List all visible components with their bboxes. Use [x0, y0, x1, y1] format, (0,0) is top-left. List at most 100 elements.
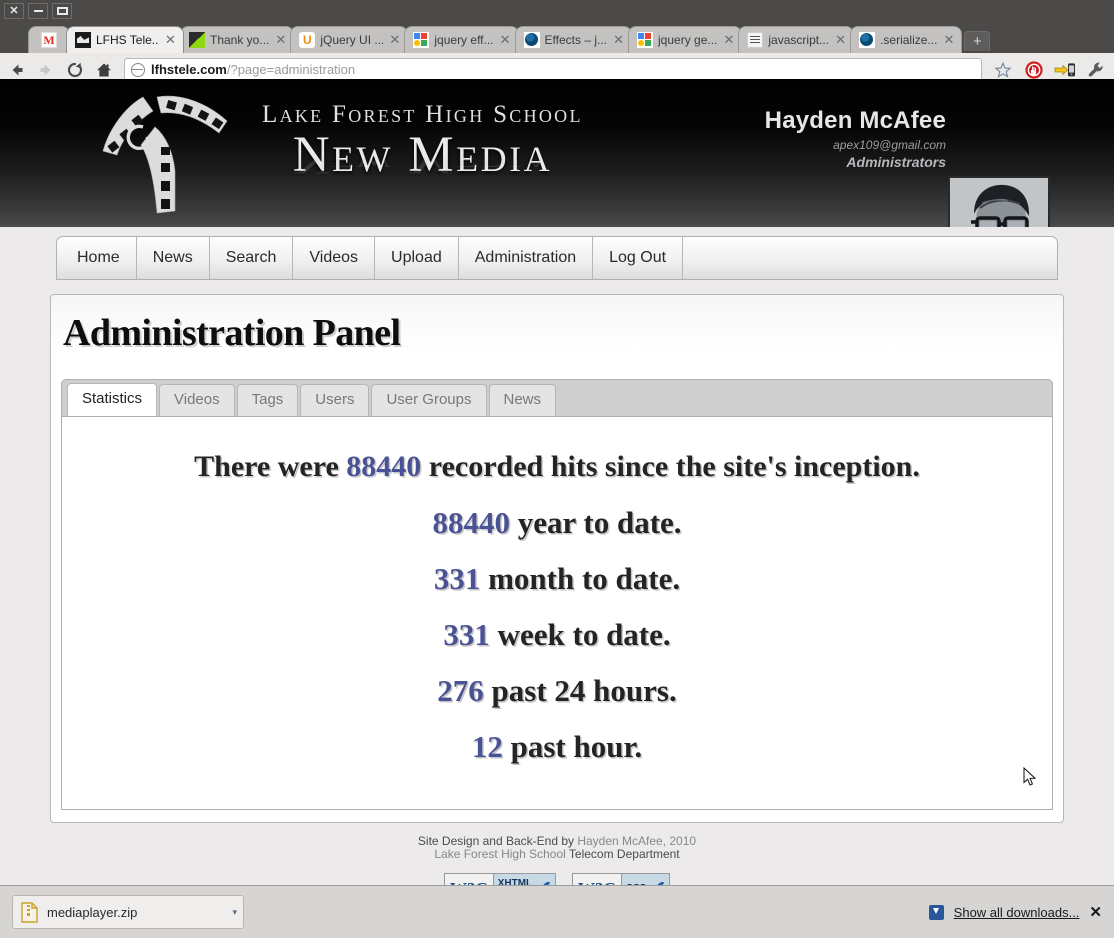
- browser-tab-jqueryui[interactable]: jQuery UI ... ✕: [290, 26, 409, 53]
- browser-tab-gmail[interactable]: [28, 26, 70, 53]
- browser-tab-serialize[interactable]: .serialize... ✕: [850, 26, 963, 53]
- stat-value: 331: [433, 561, 481, 596]
- stat-value: 276: [437, 673, 484, 708]
- tab-statistics[interactable]: Statistics: [67, 383, 158, 416]
- jqueryui-icon: [299, 32, 316, 48]
- admin-tabs: Statistics Videos Tags Users User Groups…: [61, 379, 1053, 417]
- browser-tab-effects[interactable]: Effects – j... ✕: [514, 26, 633, 53]
- gmail-icon: [41, 32, 57, 48]
- adblock-button[interactable]: [1022, 58, 1046, 82]
- admin-card: Administration Panel Statistics Videos T…: [50, 294, 1064, 823]
- w3c-logo-text: W3C: [571, 873, 621, 885]
- browser-menu-button[interactable]: [1084, 58, 1108, 82]
- star-icon: [994, 61, 1012, 78]
- nav-item-news[interactable]: News: [137, 237, 210, 279]
- window-close-button[interactable]: ✕: [4, 3, 24, 19]
- tab-tags[interactable]: Tags: [236, 384, 299, 416]
- user-name: Hayden McAfee: [764, 107, 946, 134]
- browser-window: ✕ LFHS Tele... ✕ Thank yo... ✕ jQuery UI…: [0, 0, 1114, 938]
- site-footer: Site Design and Back-End by Hayden McAfe…: [0, 835, 1114, 885]
- url-domain: lfhstele.com: [151, 62, 227, 77]
- tab-title: jQuery UI ...: [320, 33, 384, 47]
- chevron-down-icon[interactable]: ▾: [232, 907, 237, 918]
- thankyou-icon: [189, 32, 205, 48]
- w3c-xhtml-badge[interactable]: W3C XHTML 1.0 ✔: [443, 873, 556, 885]
- site-nav-wrapper: Home News Search Videos Upload Administr…: [0, 227, 1114, 280]
- nav-item-administration[interactable]: Administration: [459, 237, 594, 279]
- send-to-phone-icon: [1054, 62, 1075, 76]
- bookmark-star-button[interactable]: [991, 58, 1015, 82]
- tab-title: Effects – j...: [544, 33, 608, 47]
- tab-close-icon[interactable]: ✕: [388, 33, 401, 47]
- tab-news[interactable]: News: [488, 384, 557, 416]
- tab-close-icon[interactable]: ✕: [499, 33, 512, 47]
- back-button[interactable]: [6, 59, 28, 81]
- new-tab-button[interactable]: +: [964, 31, 991, 51]
- avatar: [948, 176, 1050, 227]
- stat-row-week: 331 week to date.: [72, 607, 1042, 663]
- css-badge-label: CSS ✔: [620, 873, 671, 885]
- stat-value: 331: [443, 617, 490, 652]
- download-item[interactable]: mediaplayer.zip ▾: [12, 895, 244, 929]
- send-to-phone-button[interactable]: [1053, 58, 1077, 82]
- window-maximize-button[interactable]: [52, 3, 72, 19]
- show-all-downloads-link[interactable]: Show all downloads...: [954, 905, 1080, 920]
- tab-close-icon[interactable]: ✕: [164, 33, 177, 47]
- download-bar: mediaplayer.zip ▾ Show all downloads... …: [0, 885, 1114, 938]
- user-email: apex109@gmail.com: [833, 138, 946, 152]
- nav-item-logout[interactable]: Log Out: [593, 237, 684, 279]
- stop-hand-icon: [1025, 60, 1043, 79]
- browser-tab-lfhs[interactable]: LFHS Tele... ✕: [66, 26, 184, 53]
- w3c-logo-text: W3C: [443, 873, 493, 885]
- jquery-icon: [859, 32, 876, 48]
- nav-item-videos[interactable]: Videos: [293, 237, 376, 279]
- browser-tabstrip: LFHS Tele... ✕ Thank yo... ✕ jQuery UI .…: [0, 22, 1114, 53]
- tab-close-icon[interactable]: ✕: [834, 33, 847, 47]
- tab-user-groups[interactable]: User Groups: [371, 384, 487, 416]
- site-nav: Home News Search Videos Upload Administr…: [56, 236, 1058, 280]
- browser-tab-jquery-eff[interactable]: jquery eff... ✕: [404, 26, 519, 53]
- tab-title: .serialize...: [880, 33, 938, 47]
- forward-button[interactable]: [35, 59, 57, 81]
- tab-close-icon[interactable]: ✕: [942, 33, 955, 47]
- browser-tab-jquery-ge[interactable]: jquery ge... ✕: [628, 26, 743, 53]
- stat-label: month to date.: [480, 561, 681, 596]
- close-icon: ✕: [9, 4, 19, 17]
- site-brand: Lake Forest High School New Media New Me…: [262, 101, 583, 210]
- reload-button[interactable]: [64, 59, 86, 81]
- tab-close-icon[interactable]: ✕: [612, 33, 625, 47]
- footer-author: Hayden McAfee, 2010: [577, 834, 697, 848]
- mouse-cursor: [1023, 766, 1037, 787]
- home-button[interactable]: [93, 59, 115, 81]
- window-minimize-button[interactable]: [28, 3, 48, 19]
- tab-close-icon[interactable]: ✕: [722, 33, 735, 47]
- cursor-arrow-icon: [1023, 766, 1037, 786]
- browser-tab-javascript[interactable]: javascript... ✕: [738, 26, 855, 53]
- stat-label: year to date.: [509, 505, 682, 540]
- footer-credit-prefix: Site Design and Back-End by: [417, 834, 578, 848]
- tab-users[interactable]: Users: [300, 384, 370, 416]
- close-download-bar-button[interactable]: ✕: [1089, 903, 1102, 921]
- nav-item-upload[interactable]: Upload: [375, 237, 459, 279]
- stat-row-24h: 276 past 24 hours.: [72, 663, 1042, 719]
- user-group: Administrators: [846, 154, 946, 170]
- address-bar[interactable]: lfhstele.com/?page=administration: [124, 57, 982, 82]
- tab-title: javascript...: [768, 33, 830, 47]
- stat-label: past 24 hours.: [483, 673, 677, 708]
- tab-close-icon[interactable]: ✕: [274, 33, 287, 47]
- browser-tab-thankyou[interactable]: Thank yo... ✕: [180, 26, 295, 53]
- stat-value: 12: [471, 729, 503, 764]
- w3c-css-badge[interactable]: W3C CSS ✔: [571, 873, 671, 885]
- zip-file-icon: [21, 901, 38, 923]
- stat-headline-prefix: There were: [194, 450, 347, 483]
- stat-label: past hour.: [502, 729, 643, 764]
- tab-videos[interactable]: Videos: [159, 384, 235, 416]
- maximize-icon: [56, 7, 68, 15]
- nav-item-home[interactable]: Home: [57, 237, 137, 279]
- user-info: Hayden McAfee apex109@gmail.com Administ…: [686, 107, 946, 170]
- nav-item-search[interactable]: Search: [210, 237, 294, 279]
- stat-row-year: 88440 year to date.: [72, 495, 1042, 551]
- google-icon: [413, 32, 430, 48]
- avatar-portrait-icon: [950, 178, 1048, 227]
- brand-reflection: New Media: [292, 158, 553, 178]
